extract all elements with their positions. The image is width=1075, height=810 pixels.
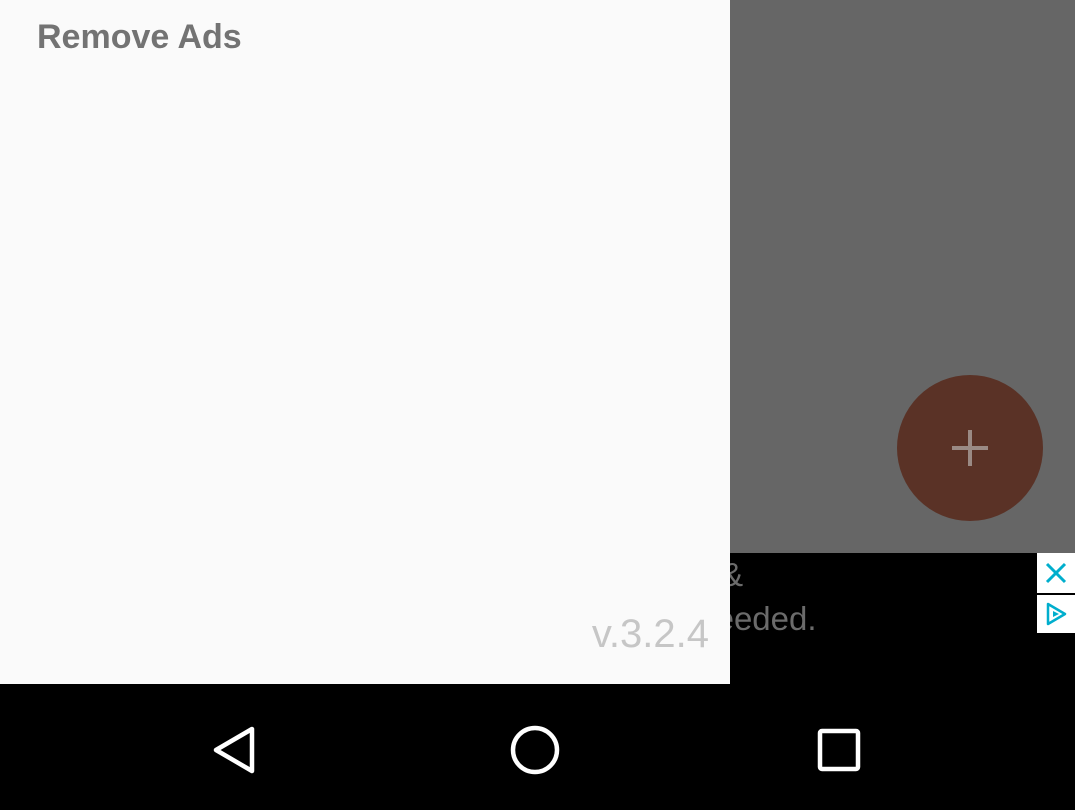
ad-close-button[interactable] <box>1037 553 1075 593</box>
back-button[interactable] <box>204 720 264 780</box>
remove-ads-menu-item[interactable]: Remove Ads <box>37 18 242 57</box>
adchoices-button[interactable] <box>1037 595 1075 633</box>
adchoices-icon <box>1046 602 1067 626</box>
back-icon <box>213 726 255 774</box>
home-icon <box>510 725 560 775</box>
add-button[interactable] <box>897 375 1043 521</box>
home-button[interactable] <box>505 720 565 780</box>
app-version-label: v.3.2.4 <box>591 612 709 656</box>
screen: sed clothes & pintments needed. Remove A… <box>0 0 1075 810</box>
recents-icon <box>817 728 861 772</box>
close-icon <box>1045 562 1067 584</box>
navigation-drawer: Remove Ads v.3.2.4 <box>0 0 730 684</box>
recents-button[interactable] <box>809 720 869 780</box>
system-navigation-bar <box>0 684 1075 810</box>
plus-icon <box>952 430 988 466</box>
